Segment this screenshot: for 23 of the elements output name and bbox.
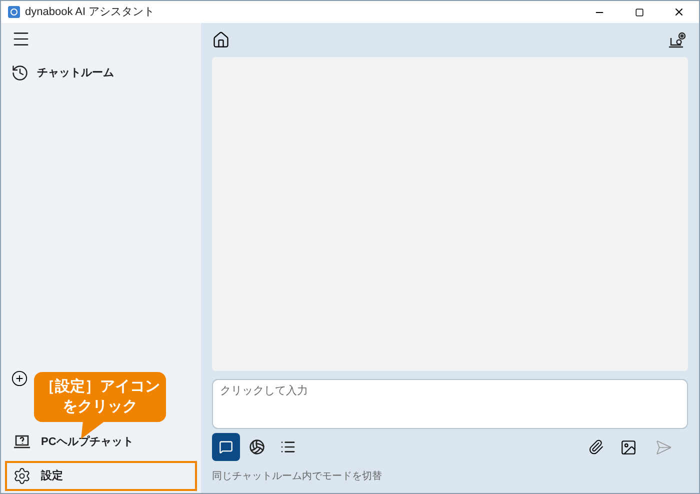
settings-icon <box>13 467 31 485</box>
sidebar-item[interactable]: チャットルーム <box>5 59 197 87</box>
chat-icon <box>219 440 233 454</box>
laptop-gear-icon[interactable] <box>668 31 688 49</box>
image-icon[interactable] <box>620 438 637 456</box>
window-title: dynabook AI アシスタント <box>25 4 155 20</box>
app-icon <box>8 6 20 18</box>
laptop-help-icon <box>13 434 31 450</box>
callout-text: ［設定］アイコン <box>40 377 160 397</box>
hint-text: 同じチャットルーム内でモードを切替 <box>212 470 383 484</box>
message-input[interactable]: クリックして入力 <box>212 379 688 429</box>
sidebar-item[interactable]: 設定 <box>5 461 197 491</box>
new-chat-button[interactable] <box>11 369 29 387</box>
list-icon <box>280 439 296 455</box>
callout-text: をクリック <box>62 397 138 417</box>
attach-icon[interactable] <box>588 439 604 455</box>
maximize-icon <box>634 8 644 16</box>
sidebar-item[interactable]: PCヘルプチャット <box>5 427 197 457</box>
globe-icon <box>249 439 265 455</box>
mode-button[interactable] <box>212 433 240 461</box>
history-icon <box>11 64 29 82</box>
close-icon <box>673 6 685 18</box>
home-icon[interactable] <box>212 31 230 49</box>
